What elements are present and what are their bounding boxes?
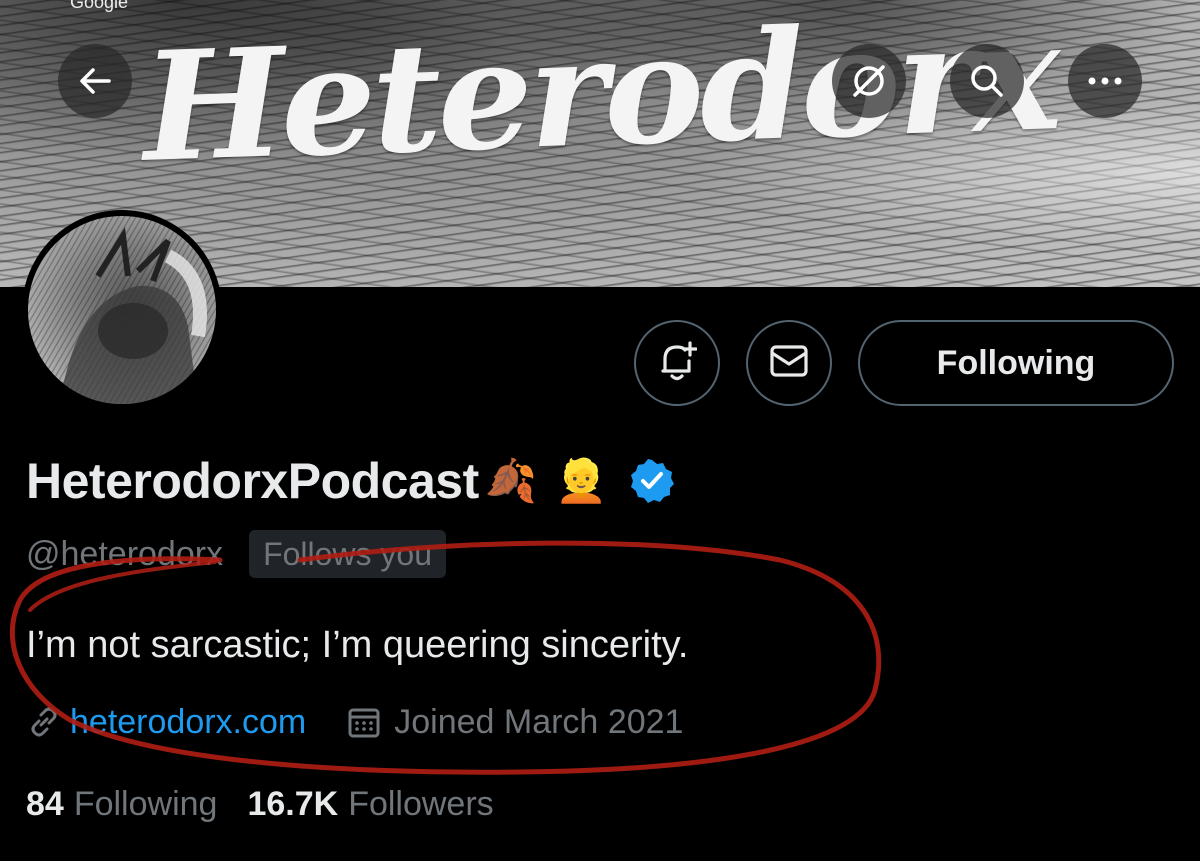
person-emoji: 👱 <box>555 457 608 504</box>
avatar-image <box>28 216 216 404</box>
following-stat[interactable]: 84 Following <box>26 785 217 824</box>
bio: I’m not sarcastic; I’m queering sincerit… <box>26 624 689 666</box>
following-button[interactable]: Following <box>858 320 1174 406</box>
arrow-left-icon <box>75 61 115 101</box>
bell-plus-icon <box>657 339 698 388</box>
display-name: HeterodorxPodcast <box>26 453 479 509</box>
search-icon <box>967 61 1007 101</box>
grok-slash-icon <box>847 59 891 103</box>
following-button-label: Following <box>936 343 1096 382</box>
follow-stats-row: 84 Following 16.7K Followers <box>26 778 494 830</box>
more-button[interactable] <box>1068 44 1142 118</box>
follows-you-badge: Follows you <box>249 530 447 578</box>
calendar-icon <box>346 704 382 740</box>
banner-wordmark: Heterodorx <box>140 0 1060 196</box>
link-icon <box>26 704 62 740</box>
leaves-emoji: 🍂 <box>484 457 538 504</box>
profile-meta-row: heterodorx.com Joined March 2021 <box>26 696 683 748</box>
handle-row: @heterodorx Follows you <box>26 530 447 578</box>
followers-label: Followers <box>348 784 494 823</box>
avatar[interactable] <box>22 210 222 410</box>
joined-date: Joined March 2021 <box>394 702 684 741</box>
back-button[interactable] <box>58 44 132 118</box>
following-label: Following <box>73 784 218 823</box>
display-name-row: HeterodorxPodcast 🍂 👱 <box>26 450 675 512</box>
envelope-icon <box>769 344 809 383</box>
followers-count: 16.7K <box>247 784 339 823</box>
followers-stat[interactable]: 16.7K Followers <box>247 785 493 824</box>
more-horizontal-icon <box>1085 75 1125 87</box>
handle: @heterodorx <box>26 534 224 573</box>
notify-button[interactable] <box>634 320 720 406</box>
message-button[interactable] <box>746 320 832 406</box>
website-link[interactable]: heterodorx.com <box>70 703 306 742</box>
grok-button[interactable] <box>832 44 906 118</box>
following-count: 84 <box>26 784 64 823</box>
verified-badge-icon[interactable] <box>629 458 675 504</box>
search-button[interactable] <box>950 44 1024 118</box>
banner-top-text: Google <box>70 0 129 12</box>
